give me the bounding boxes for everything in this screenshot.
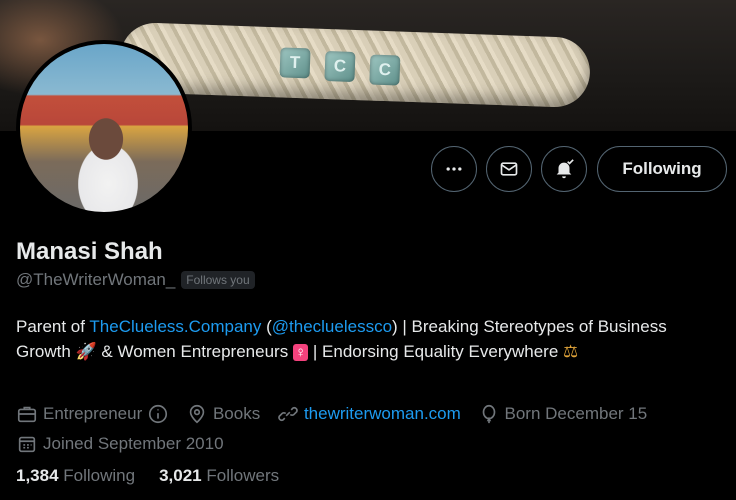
bell-check-icon xyxy=(556,159,574,179)
birthday-label: Born December 15 xyxy=(504,404,648,423)
follows-you-badge: Follows you xyxy=(181,271,255,289)
following-label: Following xyxy=(63,466,136,485)
balloon-icon xyxy=(482,404,495,424)
notifications-button[interactable] xyxy=(541,146,587,192)
website-link[interactable]: thewriterwoman.com xyxy=(304,402,461,426)
location-pin-icon xyxy=(189,404,205,424)
following-count: 1,384 xyxy=(16,466,59,485)
profile-meta: Entrepreneur Books thewriterwoman.com Bo… xyxy=(16,402,726,462)
profile-stats: 1,384 Following 3,021 Followers xyxy=(16,466,279,486)
bead-letter: T xyxy=(279,47,311,79)
following-button[interactable]: Following xyxy=(597,146,727,192)
bio-company-link[interactable]: TheClueless.Company xyxy=(89,317,261,336)
birthday-item: Born December 15 xyxy=(478,402,648,426)
profession-item: Entrepreneur xyxy=(16,402,169,426)
info-icon[interactable] xyxy=(147,403,169,425)
website-item[interactable]: thewriterwoman.com xyxy=(277,402,461,426)
bio-mention-link[interactable]: @thecluelessco xyxy=(272,317,392,336)
following-stat[interactable]: 1,384 Following xyxy=(16,466,135,486)
profession-label: Entrepreneur xyxy=(43,404,143,423)
joined-item: Joined September 2010 xyxy=(16,432,224,456)
more-button[interactable] xyxy=(431,146,477,192)
female-sign-emoji-icon: ♀ xyxy=(292,344,309,361)
location-item: Books xyxy=(186,402,260,426)
location-label: Books xyxy=(212,404,261,423)
rocket-emoji-icon: 🚀 xyxy=(75,342,97,361)
followers-stat[interactable]: 3,021 Followers xyxy=(159,466,279,486)
joined-label: Joined September 2010 xyxy=(43,434,224,453)
bio-text: & Women Entrepreneurs xyxy=(96,342,293,361)
banner-bracelet-image: T C C xyxy=(118,21,592,109)
bio-text: ( xyxy=(261,317,272,336)
scales-emoji-icon: ⚖ xyxy=(563,342,579,361)
followers-count: 3,021 xyxy=(159,466,202,485)
envelope-icon xyxy=(500,162,518,176)
briefcase-icon xyxy=(17,406,37,423)
more-horizontal-icon xyxy=(446,167,462,171)
bead-letter: C xyxy=(324,50,356,82)
profile-actions: Following xyxy=(0,146,736,192)
bio-text: | Endorsing Equality Everywhere xyxy=(308,342,564,361)
handle-row: @TheWriterWoman_ Follows you xyxy=(16,270,255,290)
link-icon xyxy=(278,406,298,422)
message-button[interactable] xyxy=(486,146,532,192)
bead-letter: C xyxy=(369,54,401,86)
display-name: Manasi Shah xyxy=(16,238,163,265)
followers-label: Followers xyxy=(206,466,280,485)
bio-text: Parent of xyxy=(16,317,90,336)
calendar-icon xyxy=(18,436,36,453)
profile-bio: Parent of TheClueless.Company (@thecluel… xyxy=(16,314,716,365)
user-handle: @TheWriterWoman_ xyxy=(16,270,176,289)
